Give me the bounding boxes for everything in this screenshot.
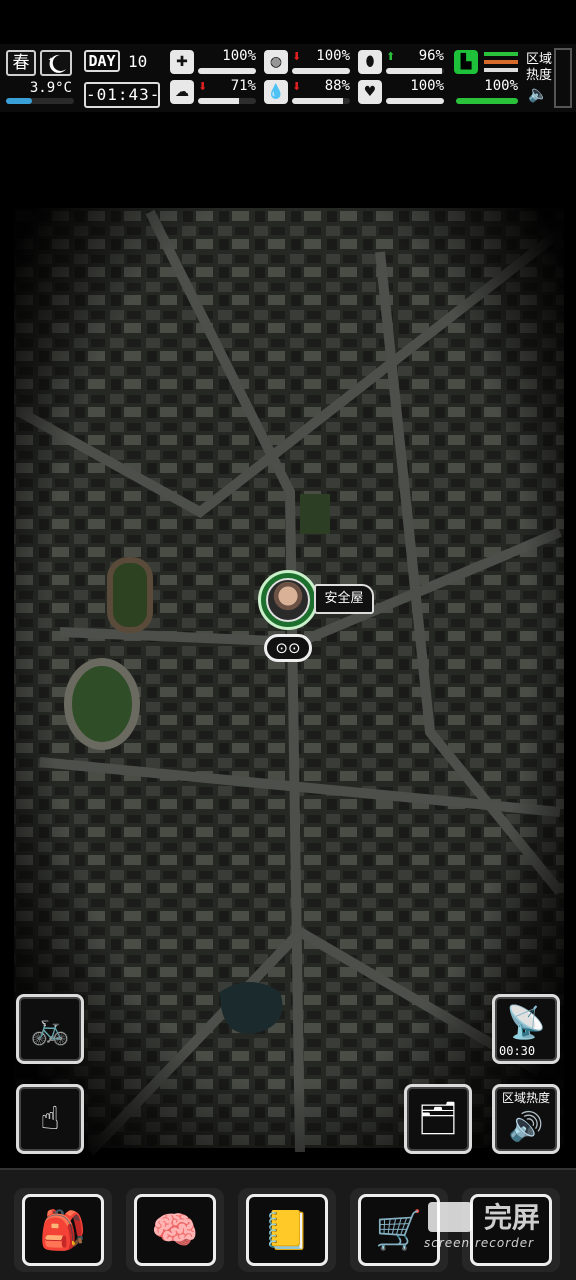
trend-up-icon: ⬆	[386, 50, 396, 63]
binoculars-icon[interactable]: ⊙⊙	[264, 634, 312, 662]
folder-map-icon: 🗂	[417, 1099, 459, 1137]
trend-down-icon: ⬇	[292, 50, 302, 63]
stat-mental-value: 71%	[230, 78, 256, 94]
stat-stamina[interactable]: 100%	[454, 78, 520, 108]
speaker-icon[interactable]: 🔈	[528, 84, 548, 103]
notebook-icon: 📒	[246, 1194, 328, 1266]
stat-mental[interactable]: ☁ ⬇ 71%	[170, 78, 258, 108]
stat-stamina-value: 100%	[484, 78, 518, 94]
boot-icon: ▙	[454, 50, 478, 74]
status-hud: 春 ✦ 3.9°C DAY 10 -01:43- ✚ 100% ◍ ⬇ 100%…	[0, 44, 576, 112]
temperature-bar	[6, 98, 74, 104]
stat-hunger[interactable]: ◍ ⬇ 100%	[264, 48, 352, 78]
stat-health-value: 100%	[222, 48, 256, 64]
bicycle-button[interactable]: 🚲	[16, 994, 84, 1064]
first-aid-icon: ✚	[170, 50, 194, 74]
stat-mood[interactable]: ♥ 100%	[358, 78, 446, 108]
day-number: 10	[128, 52, 148, 71]
brain-icon: ☁	[170, 80, 194, 104]
stat-hunger-value: 100%	[316, 48, 350, 64]
interact-button[interactable]: ☝	[16, 1084, 84, 1154]
player-marker[interactable]	[258, 570, 320, 632]
stat-mood-value: 100%	[410, 78, 444, 94]
tap-hand-icon: ☝	[40, 1099, 60, 1137]
radio-timer: 00:30	[499, 1044, 536, 1058]
svg-text:✦: ✦	[48, 56, 54, 64]
backpack-icon: 🎒	[22, 1194, 104, 1266]
city-map[interactable]: 安全屋 ⊙⊙	[0, 112, 576, 1168]
skills-button[interactable]: 🧠	[126, 1188, 224, 1272]
stat-thirst[interactable]: 💧 ⬇ 88%	[264, 78, 352, 108]
stat-health[interactable]: ✚ 100%	[170, 48, 258, 78]
area-heat-button[interactable]: 区域热度 🔊	[492, 1084, 560, 1154]
stat-stamina-flags[interactable]: ▙	[454, 50, 520, 78]
day-clock: DAY 10 -01:43-	[84, 48, 160, 108]
safehouse-label[interactable]: 安全屋	[314, 584, 374, 614]
area-heat-label: 区域热度	[525, 52, 552, 83]
heart-icon: ♥	[358, 80, 382, 104]
brain-head-icon: 🧠	[134, 1194, 216, 1266]
map-folder-button[interactable]: 🗂	[404, 1084, 472, 1154]
season-indicator: 春	[6, 50, 36, 76]
watermark-title: 完屏	[484, 1201, 541, 1234]
radio-button[interactable]: 📡 00:30	[492, 994, 560, 1064]
bicycle-icon: 🚲	[30, 1009, 70, 1047]
day-label: DAY	[84, 50, 120, 72]
area-heat-title: 区域热度	[501, 1091, 550, 1105]
moon-icon: ✦	[40, 50, 72, 76]
water-drop-icon: 💧	[264, 80, 288, 104]
journal-button[interactable]: 📒	[238, 1188, 336, 1272]
stomach-icon: ◍	[264, 50, 288, 74]
player-avatar	[266, 578, 310, 622]
satellite-dish-icon: 📡	[506, 1003, 546, 1041]
game-clock: -01:43-	[84, 82, 160, 108]
stat-supplies[interactable]: ⬮ ⬆ 96%	[358, 48, 446, 78]
watermark-subtitle: screen recorder	[424, 1236, 535, 1250]
backpack-button[interactable]: 🎒	[14, 1188, 112, 1272]
screen-recorder-watermark: 完屏 screen recorder	[424, 1196, 572, 1256]
video-camera-icon	[428, 1202, 472, 1232]
hud-divider	[554, 48, 572, 108]
trend-down-icon: ⬇	[198, 80, 208, 93]
capsule-icon: ⬮	[358, 50, 382, 74]
stat-supplies-value: 96%	[418, 48, 444, 64]
trend-down-icon: ⬇	[292, 80, 302, 93]
stat-thirst-value: 88%	[324, 78, 350, 94]
